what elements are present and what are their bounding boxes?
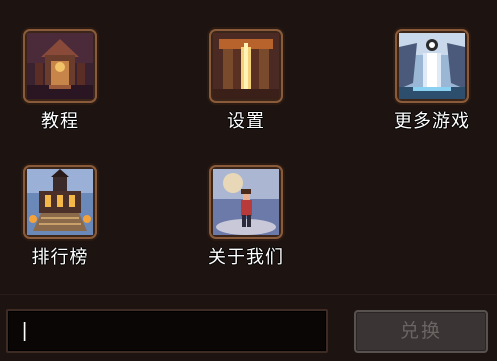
menu-item-leaderboard[interactable]: 排行榜	[0, 165, 120, 269]
more-games-label: 更多游戏	[394, 111, 470, 132]
menu-item-tutorial[interactable]: 教程	[0, 29, 120, 133]
section-divider	[0, 294, 497, 295]
about-label: 关于我们	[208, 247, 284, 268]
settings-label: 设置	[227, 111, 265, 132]
leaderboard-label: 排行榜	[31, 247, 89, 268]
menu-item-settings[interactable]: 设置	[186, 29, 306, 133]
menu-item-about[interactable]: 关于我们	[186, 165, 306, 269]
waterfall-icon	[395, 29, 469, 103]
tutorial-label: 教程	[41, 111, 79, 132]
temple-icon	[23, 29, 97, 103]
menu-item-more-games[interactable]: 更多游戏	[372, 29, 492, 133]
redeem-button[interactable]: 兑换	[354, 310, 488, 353]
menu-panel: 教程 设置 更多游戏 排行榜 关于我们 | 兑换	[0, 0, 497, 361]
redeem-code-input[interactable]	[6, 309, 328, 353]
castle-icon	[23, 165, 97, 239]
hero-icon	[209, 165, 283, 239]
gate-icon	[209, 29, 283, 103]
